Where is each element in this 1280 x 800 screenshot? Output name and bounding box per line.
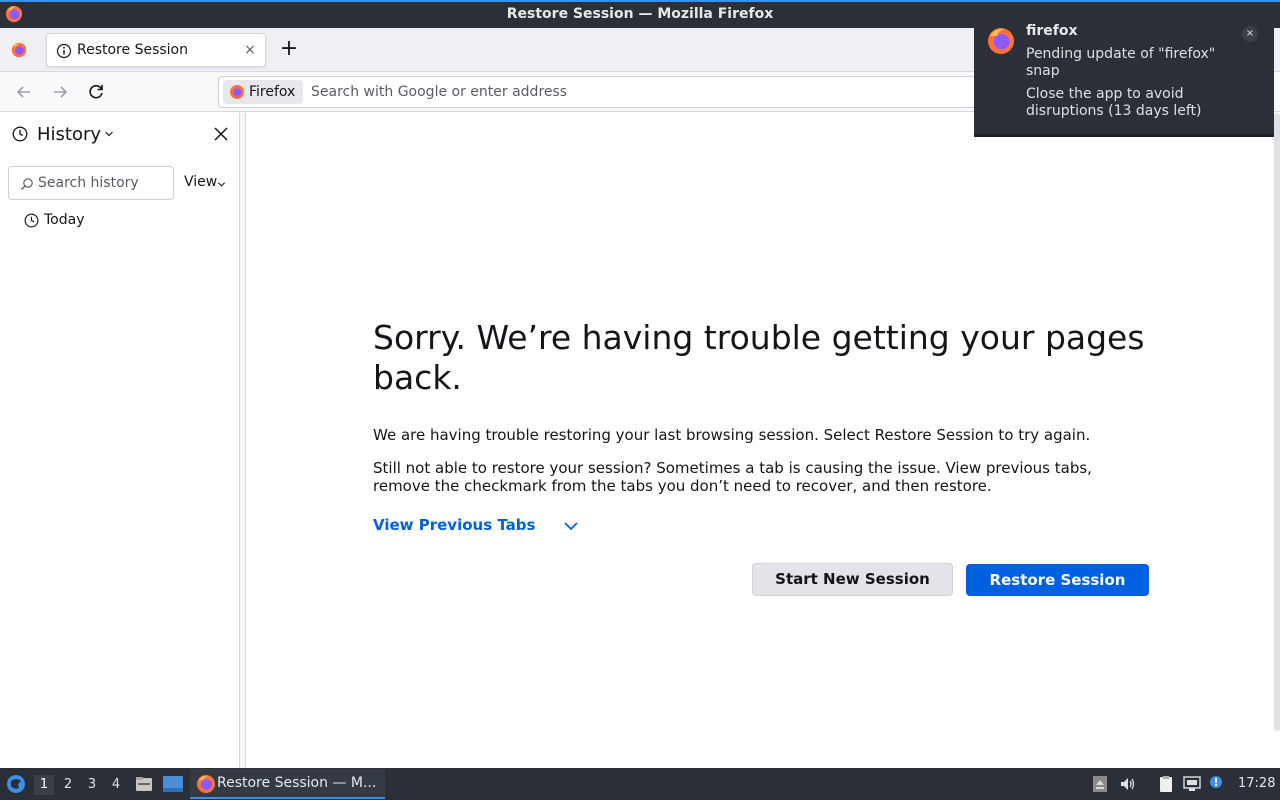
workspace-2[interactable]: 2	[58, 775, 78, 795]
show-desktop-icon[interactable]	[162, 775, 184, 793]
taskbar-task-label: Restore Session — M...	[217, 775, 377, 791]
close-tab-icon[interactable]: ×	[241, 41, 259, 59]
restore-session-button[interactable]: Restore Session	[966, 564, 1149, 596]
info-icon	[56, 43, 72, 59]
firefox-icon	[988, 28, 1014, 54]
view-menu-button[interactable]: View	[184, 174, 217, 190]
eject-icon[interactable]	[1091, 775, 1109, 793]
address-bar[interactable]: Firefox Search with Google or enter addr…	[218, 76, 988, 108]
file-manager-icon[interactable]	[134, 774, 154, 794]
volume-icon[interactable]	[1119, 775, 1137, 793]
close-sidebar-icon[interactable]	[213, 126, 229, 142]
close-notification-icon[interactable]: ×	[1242, 26, 1258, 42]
workspace-1[interactable]: 1	[34, 775, 54, 795]
new-tab-button[interactable]: +	[279, 38, 299, 60]
history-sidebar: History Search history View Today	[0, 113, 240, 768]
chevron-down-icon[interactable]	[217, 180, 226, 189]
restore-session-page: Sorry. We’re having trouble getting your…	[373, 318, 1163, 596]
workspace-4[interactable]: 4	[106, 775, 126, 795]
identity-box[interactable]: Firefox	[223, 80, 304, 104]
forward-arrow-icon[interactable]	[48, 80, 72, 104]
update-notification[interactable]: firefox Pending update of "firefox" snap…	[974, 8, 1274, 137]
taskbar-task-firefox[interactable]: Restore Session — M...	[190, 769, 385, 799]
chevron-down-icon[interactable]	[563, 519, 579, 533]
search-placeholder: Search history	[38, 175, 139, 191]
clock-icon	[24, 213, 39, 228]
sidebar-splitter[interactable]	[240, 113, 246, 768]
start-new-session-button[interactable]: Start New Session	[752, 563, 953, 596]
page-heading: Sorry. We’re having trouble getting your…	[373, 318, 1145, 397]
notification-body: Close the app to avoid disruptions (13 d…	[1026, 86, 1202, 119]
trouble-message: We are having trouble restoring your las…	[373, 426, 1091, 444]
taskbar-clock: 17:28	[1238, 776, 1276, 791]
back-arrow-icon[interactable]	[12, 80, 36, 104]
tab-label: Restore Session	[77, 42, 188, 58]
sidebar-header: History	[0, 113, 240, 155]
sidebar-title[interactable]: History	[37, 124, 101, 145]
clipboard-icon[interactable]	[1157, 775, 1175, 793]
notification-app-name: firefox	[1026, 23, 1078, 39]
firefox-view-icon[interactable]	[10, 41, 28, 59]
search-history-input[interactable]: Search history	[8, 166, 174, 200]
firefox-icon	[197, 775, 215, 793]
search-icon	[21, 178, 33, 190]
taskbar: 1 2 3 4 Restore Session — M... 17:28	[0, 768, 1280, 800]
workspace-3[interactable]: 3	[82, 775, 102, 795]
clock-icon	[12, 126, 28, 142]
start-menu-icon[interactable]	[5, 773, 27, 795]
chevron-down-icon[interactable]	[104, 129, 114, 139]
tab-restore-session[interactable]: Restore Session ×	[46, 33, 266, 67]
reload-icon[interactable]	[84, 80, 108, 104]
notification-summary: Pending update of "firefox" snap	[1026, 46, 1216, 79]
network-icon[interactable]	[1183, 775, 1201, 793]
view-previous-tabs-link[interactable]: View Previous Tabs	[373, 516, 535, 534]
firefox-icon	[230, 85, 244, 99]
identity-label: Firefox	[249, 84, 296, 100]
history-group-label: Today	[44, 212, 85, 228]
help-message: Still not able to restore your session? …	[373, 459, 1092, 495]
page-scrollbar[interactable]	[1274, 113, 1280, 731]
address-placeholder: Search with Google or enter address	[311, 84, 568, 100]
update-notifier-icon[interactable]	[1207, 775, 1225, 793]
